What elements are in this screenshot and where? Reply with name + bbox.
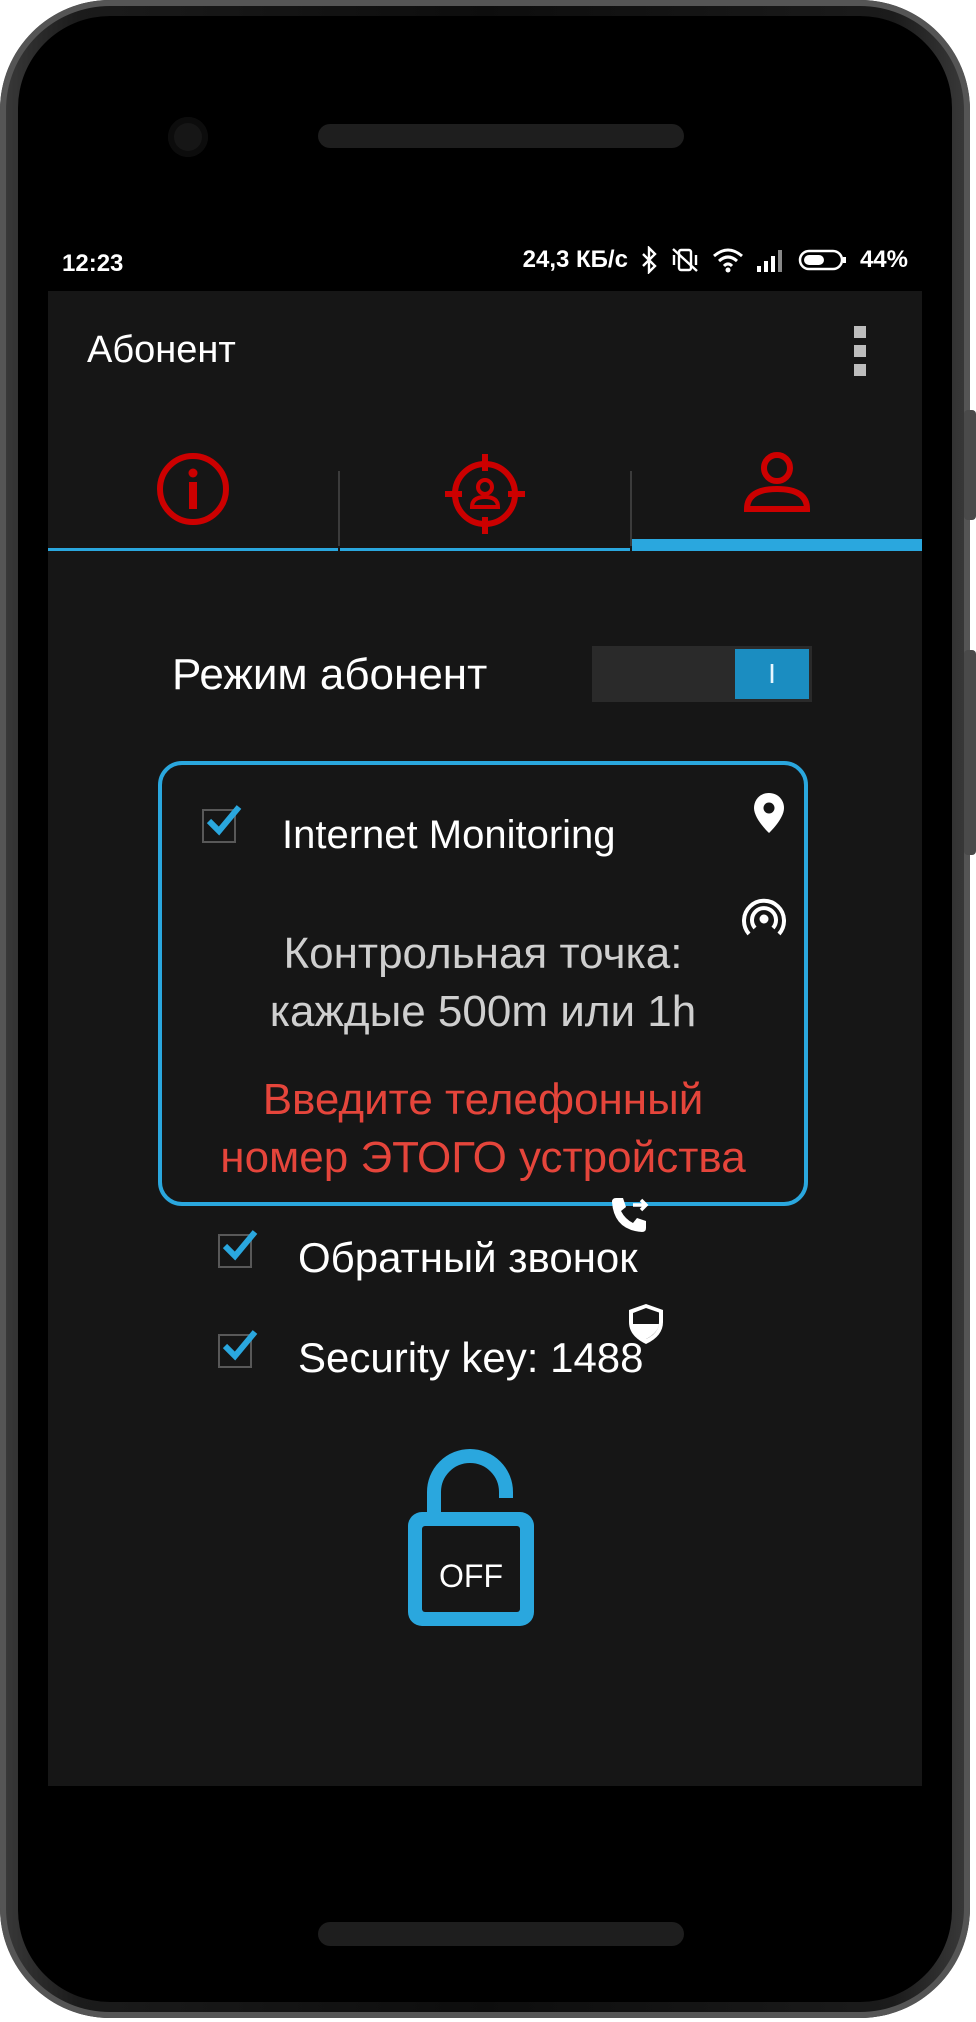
toggle-thumb: I [735,649,809,699]
earpiece-speaker [318,124,684,148]
security-key-label: Security key: 1488 [298,1334,644,1381]
tab-bar [48,441,922,551]
call-forward-icon[interactable] [608,1194,652,1238]
check-icon [206,805,242,836]
volume-button [964,410,976,520]
wifi-icon [712,248,743,273]
page-title: Абонент [87,329,236,371]
check-icon [222,1230,258,1261]
tab-indicator-active [632,539,922,551]
tab-indicator [340,548,630,551]
subscriber-mode-row: Режим абонент I [172,646,812,706]
subscriber-mode-toggle[interactable]: I [592,646,812,702]
checkpoint-text: Контрольная точка: каждые 500m или 1h [162,925,804,1041]
tab-target[interactable] [340,441,630,551]
tab-indicator [48,548,338,551]
cell-signal-icon [756,250,782,272]
target-person-icon [445,454,525,534]
internet-monitoring-checkbox[interactable] [202,805,242,845]
security-key-row: Security key: 1488 [48,1304,922,1386]
info-icon [157,453,229,525]
person-icon [743,452,811,512]
location-pin-icon[interactable] [752,791,786,835]
security-key-checkbox[interactable] [218,1330,258,1370]
status-time: 12:23 [62,250,124,277]
bottom-speaker [318,1922,684,1946]
security-lock-button[interactable]: OFF [401,1446,541,1632]
app-screen: 12:23 24,3 КБ/с 44% Абонент Режим абонен… [48,236,922,1786]
warning-line-2: номер ЭТОГО устройства [220,1133,746,1182]
bluetooth-icon [642,246,657,274]
lock-open-icon [408,1449,534,1626]
more-vert-icon[interactable] [854,326,866,376]
phone-number-warning[interactable]: Введите телефонный номер ЭТОГО устройств… [162,1071,804,1187]
tab-info[interactable] [48,441,338,551]
network-speed: 24,3 КБ/с [522,246,628,273]
battery-percent: 44% [859,246,908,273]
warning-line-1: Введите телефонный [262,1075,704,1124]
app-bar: Абонент [48,291,922,401]
vibrate-off-icon [672,248,698,272]
checkpoint-line-1: Контрольная точка: [283,929,683,978]
check-icon [222,1330,258,1361]
callback-checkbox[interactable] [218,1230,258,1270]
battery-icon [798,249,846,271]
shield-icon[interactable] [626,1302,666,1346]
checkpoint-line-2: каждые 500m или 1h [269,987,697,1036]
tab-subscriber[interactable] [632,441,922,551]
callback-row: Обратный звонок [48,1198,922,1286]
lock-status-label: OFF [439,1558,503,1594]
internet-monitoring-label: Internet Monitoring [282,813,616,857]
status-bar: 12:23 24,3 КБ/с 44% [48,236,922,291]
power-button [964,650,976,855]
internet-monitoring-card: Internet Monitoring Контрольная точка: к… [158,761,808,1206]
callback-label: Обратный звонок [298,1234,638,1281]
subscriber-mode-label: Режим абонент [172,650,488,699]
front-camera [168,117,208,157]
